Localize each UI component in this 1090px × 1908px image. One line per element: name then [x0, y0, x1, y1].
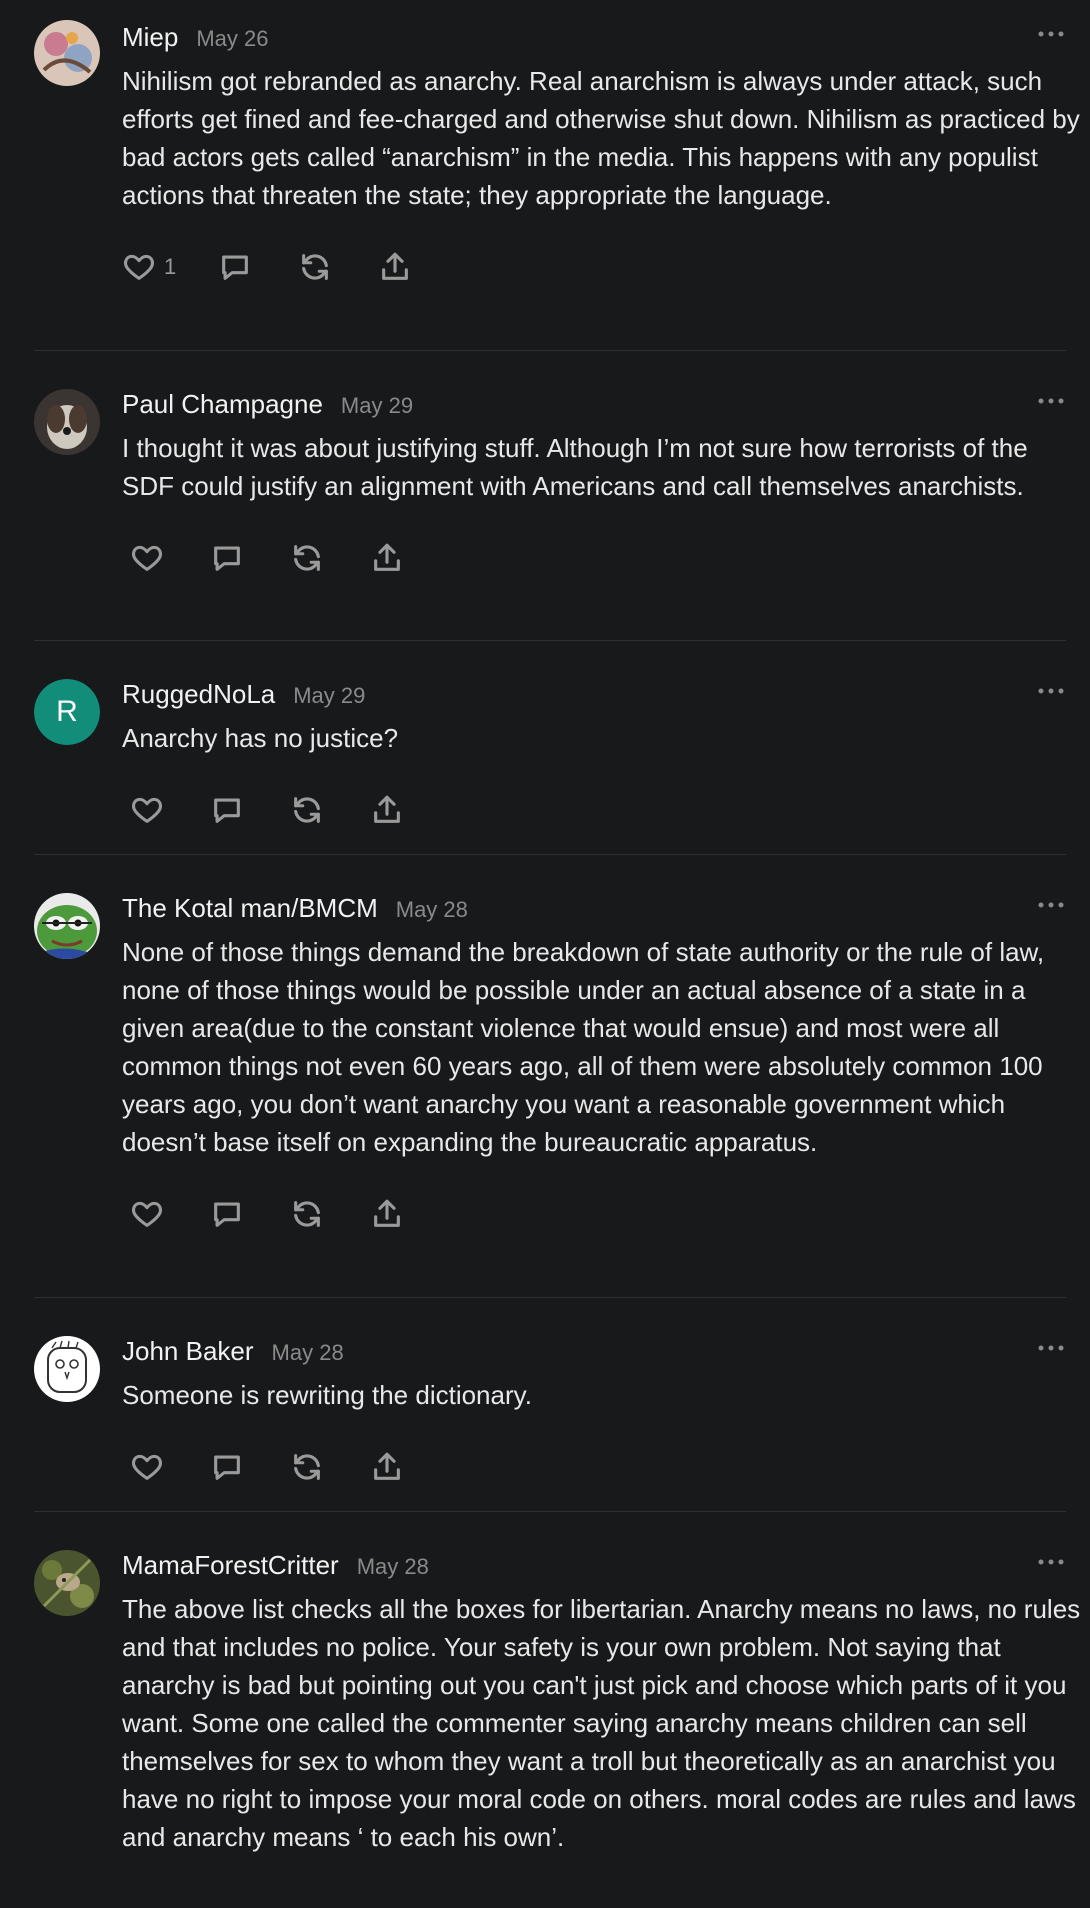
author-name[interactable]: RuggedNoLa — [122, 679, 275, 710]
restack-button[interactable] — [290, 1191, 370, 1237]
comment-date[interactable]: May 29 — [293, 683, 365, 709]
comment-text: The above list checks all the boxes for … — [122, 1594, 1081, 1852]
share-button[interactable] — [370, 535, 450, 581]
share-button[interactable] — [378, 244, 458, 290]
comment-item: Miep May 26 Nihilism got rebranded as an… — [0, 0, 1090, 350]
comment-bubble-icon — [214, 546, 240, 571]
like-button[interactable] — [130, 1191, 210, 1237]
comment-date[interactable]: May 29 — [341, 393, 413, 419]
comment-actions: 1 — [122, 232, 1066, 302]
reply-button[interactable] — [218, 244, 298, 290]
like-button[interactable] — [130, 1444, 210, 1490]
author-name[interactable]: Miep — [122, 22, 178, 53]
comment-date[interactable]: May 28 — [357, 1554, 429, 1580]
share-button[interactable] — [370, 1191, 450, 1237]
comment-item: R RuggedNoLa May 29 Anarchy has no justi… — [0, 641, 1090, 854]
restack-icon — [302, 254, 328, 280]
comment-text: Anarchy has no justice? — [122, 723, 399, 753]
restack-button[interactable] — [290, 535, 370, 581]
comment-item: John Baker May 28 Someone is rewriting t… — [0, 1298, 1090, 1511]
author-name[interactable]: John Baker — [122, 1336, 254, 1367]
comment-actions — [122, 1432, 1066, 1502]
avatar[interactable] — [34, 1550, 100, 1616]
heart-icon — [131, 797, 163, 823]
more-dots-icon[interactable] — [1036, 681, 1066, 701]
like-button[interactable]: 1 — [122, 244, 218, 290]
heart-icon — [131, 545, 163, 571]
share-button[interactable] — [370, 787, 450, 833]
restack-button[interactable] — [290, 1444, 370, 1490]
avatar-letter: R — [34, 679, 100, 745]
comment-text: Someone is rewriting the dictionary. — [122, 1380, 532, 1410]
reply-button[interactable] — [210, 1444, 290, 1490]
more-dots-icon[interactable] — [1036, 391, 1066, 411]
comment-text: I thought it was about justifying stuff.… — [122, 433, 1028, 501]
share-icon — [374, 1199, 400, 1227]
share-icon — [382, 252, 408, 280]
share-icon — [374, 543, 400, 571]
comment-item: Paul Champagne May 29 I thought it was a… — [0, 351, 1090, 640]
avatar[interactable] — [34, 1336, 100, 1402]
share-icon — [374, 795, 400, 823]
comment-date[interactable]: May 28 — [272, 1340, 344, 1366]
share-icon — [374, 1452, 400, 1480]
comment-text: Nihilism got rebranded as anarchy. Real … — [122, 66, 1080, 210]
comment-text: None of those things demand the breakdow… — [122, 937, 1045, 1157]
restack-button[interactable] — [290, 787, 370, 833]
comment-bubble-icon — [214, 798, 240, 823]
comment-actions — [122, 1179, 1066, 1249]
author-name[interactable]: The Kotal man/BMCM — [122, 893, 378, 924]
comment-actions — [122, 775, 1066, 845]
like-button[interactable] — [130, 535, 210, 581]
author-name[interactable]: Paul Champagne — [122, 389, 323, 420]
more-dots-icon[interactable] — [1036, 1552, 1066, 1572]
avatar[interactable] — [34, 893, 100, 959]
comment-actions — [122, 523, 1066, 593]
avatar[interactable]: R — [34, 679, 100, 745]
restack-icon — [294, 545, 320, 571]
comment-bubble-icon — [214, 1202, 240, 1227]
comment-bubble-icon — [214, 1455, 240, 1480]
comment-date[interactable]: May 28 — [396, 897, 468, 923]
more-dots-icon[interactable] — [1036, 895, 1066, 915]
more-dots-icon[interactable] — [1036, 24, 1066, 44]
comment-item: MamaForestCritter May 28 The above list … — [0, 1512, 1090, 1908]
comment-feed: Miep May 26 Nihilism got rebranded as an… — [0, 0, 1090, 1908]
restack-button[interactable] — [298, 244, 378, 290]
reply-button[interactable] — [210, 535, 290, 581]
like-count: 1 — [164, 254, 177, 279]
heart-icon — [123, 254, 155, 280]
reply-button[interactable] — [210, 787, 290, 833]
avatar[interactable] — [34, 389, 100, 455]
heart-icon — [131, 1201, 163, 1227]
comment-item: The Kotal man/BMCM May 28 None of those … — [0, 855, 1090, 1297]
comment-date[interactable]: May 26 — [196, 26, 268, 52]
share-button[interactable] — [370, 1444, 450, 1490]
comment-bubble-icon — [222, 255, 248, 280]
reply-button[interactable] — [210, 1191, 290, 1237]
author-name[interactable]: MamaForestCritter — [122, 1550, 339, 1581]
avatar[interactable] — [34, 20, 100, 86]
restack-icon — [294, 797, 320, 823]
like-button[interactable] — [130, 787, 210, 833]
heart-icon — [131, 1454, 163, 1480]
restack-icon — [294, 1454, 320, 1480]
more-dots-icon[interactable] — [1036, 1338, 1066, 1358]
restack-icon — [294, 1201, 320, 1227]
